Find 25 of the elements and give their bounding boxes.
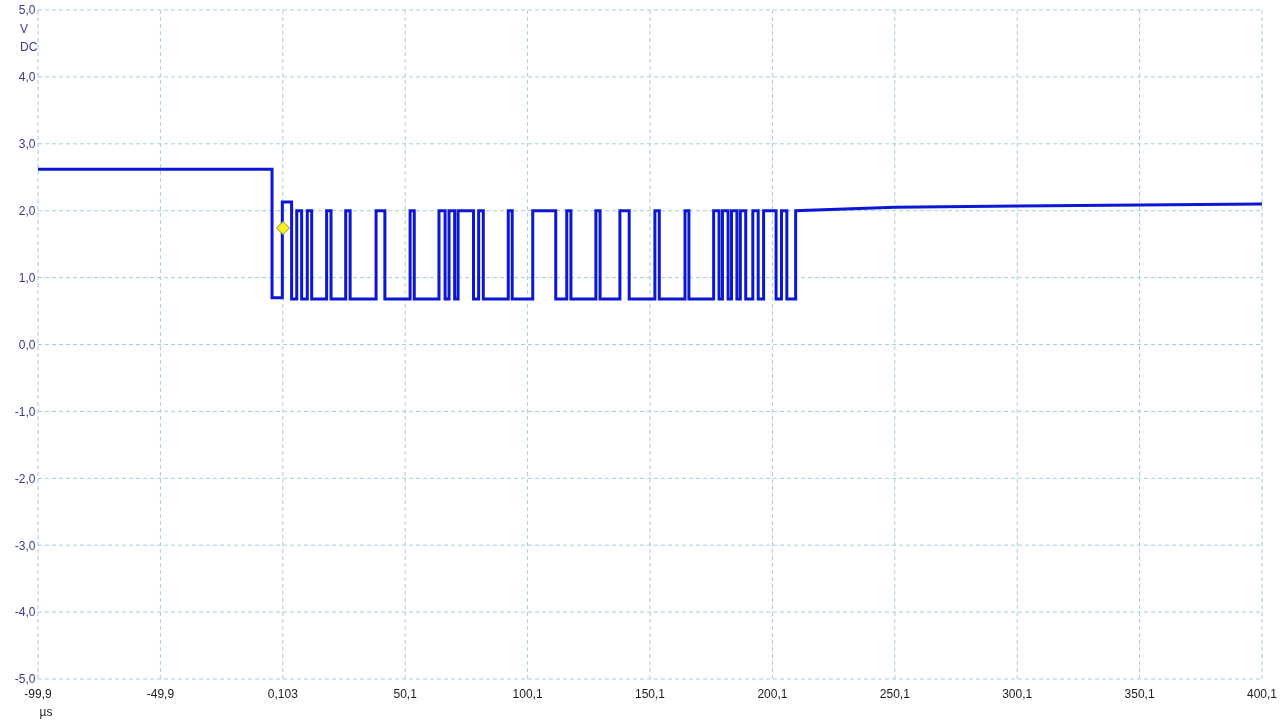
x-tick-label: 250,1 — [879, 687, 910, 701]
x-tick-label: 150,1 — [635, 687, 665, 701]
y-tick-label: 3,0 — [18, 137, 36, 152]
y-tick-label: 5,0 — [18, 3, 36, 18]
coupling-label: DC — [20, 40, 38, 54]
y-tick-label: 2,0 — [18, 204, 36, 218]
y-tick-label: 0,0 — [18, 337, 36, 352]
y-tick-label: 1,0 — [18, 270, 36, 285]
x-tick-label: 0,103 — [267, 687, 298, 701]
y-axis-unit: V — [20, 22, 28, 36]
x-axis-unit: µs — [39, 705, 53, 719]
y-tick-label: -1,0 — [14, 404, 36, 419]
x-tick-label: 50,1 — [393, 687, 417, 701]
x-tick-label: 350,1 — [1124, 687, 1155, 701]
x-tick-label: 100,1 — [512, 687, 543, 701]
y-tick-label: -5,0 — [14, 672, 36, 687]
x-tick-label: 200,1 — [757, 687, 788, 701]
x-tick-label: -99,9 — [24, 687, 52, 701]
x-tick-label: -49,9 — [146, 687, 175, 701]
x-tick-label: 300,1 — [1002, 687, 1033, 701]
y-tick-label: -3,0 — [14, 538, 36, 553]
x-tick-label: 400,1 — [1247, 687, 1277, 701]
y-tick-label: -4,0 — [14, 605, 36, 620]
y-tick-label: 4,0 — [18, 70, 36, 85]
y-tick-label: -2,0 — [14, 471, 36, 486]
